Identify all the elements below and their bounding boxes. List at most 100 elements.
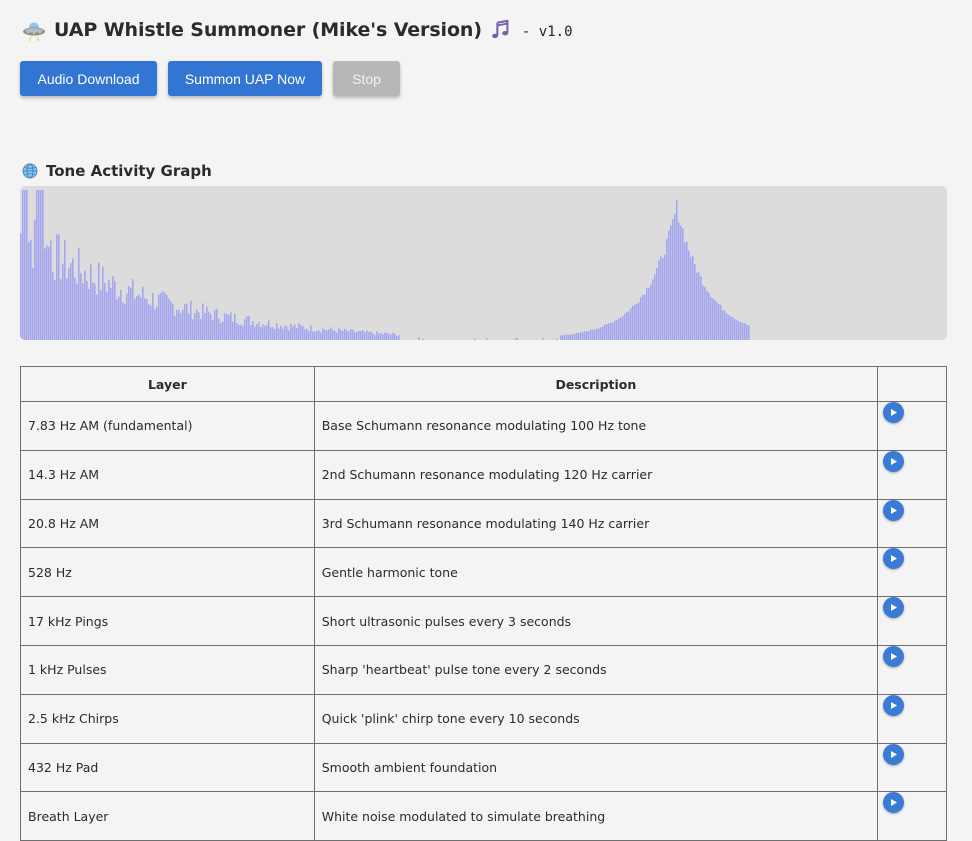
- spectrum-bar: [36, 190, 38, 340]
- spectrum-bar: [640, 297, 642, 340]
- spectrum-bar: [356, 332, 358, 340]
- spectrum-bar: [38, 190, 40, 340]
- spectrum-bar: [312, 331, 314, 340]
- table-row: Breath Layer White noise modulated to sim…: [20, 791, 947, 841]
- play-button[interactable]: [883, 548, 905, 570]
- spectrum-bar: [656, 268, 658, 340]
- spectrum-bar: [96, 294, 98, 340]
- spectrum-bar: [744, 323, 746, 340]
- spectrum-bar: [128, 285, 130, 340]
- spectrum-bar: [220, 323, 222, 340]
- spectrum-bar: [672, 219, 674, 340]
- spectrum-bar: [722, 310, 724, 340]
- spectrum-bar: [726, 313, 728, 340]
- spectrum-bar: [134, 298, 136, 340]
- play-button[interactable]: [883, 402, 905, 423]
- play-button[interactable]: [883, 792, 905, 814]
- play-button[interactable]: [883, 743, 905, 765]
- spectrum-bar: [624, 313, 626, 340]
- spectrum-bar: [642, 294, 644, 340]
- spectrum-bar: [720, 304, 722, 340]
- table-row: 528 Hz Gentle harmonic tone: [20, 547, 947, 598]
- spectrum-bar: [696, 272, 698, 340]
- spectrum-bar: [168, 298, 170, 340]
- spectrum-bar: [654, 274, 656, 340]
- spectrum-bar: [706, 290, 708, 340]
- stop-button[interactable]: Stop: [333, 61, 400, 96]
- spectrum-bar: [292, 326, 294, 340]
- spectrum-bar: [288, 330, 290, 340]
- spectrum-bar: [704, 286, 706, 340]
- spectrum-bar: [276, 323, 278, 340]
- spectrum-bar: [694, 264, 696, 340]
- spectrum-bar: [392, 332, 394, 340]
- spectrum-bar: [652, 279, 654, 340]
- play-button[interactable]: [883, 597, 905, 619]
- spectrum-bar: [92, 282, 94, 340]
- spectrum-bar: [612, 322, 614, 340]
- spectrum-bar: [244, 319, 246, 340]
- spectrum-bar: [48, 246, 50, 340]
- play-icon: [891, 799, 898, 807]
- spectrum-bar: [230, 312, 232, 340]
- spectrum-bar: [232, 321, 234, 340]
- spectrum-bar: [136, 295, 138, 340]
- play-button[interactable]: [883, 694, 905, 716]
- spectrum-bar: [586, 331, 588, 340]
- spectrum-bar: [114, 280, 116, 340]
- spectrum-bar: [130, 287, 132, 340]
- spectrum-bar: [718, 304, 720, 340]
- spectrum-bar: [50, 240, 52, 340]
- spectrum-bar: [688, 250, 690, 340]
- spectrum-bar: [384, 332, 386, 340]
- layer-description: Base Schumann resonance modulating 100 H…: [313, 401, 879, 451]
- spectrum-bar: [216, 308, 218, 340]
- spectrum-bar: [112, 276, 114, 340]
- spectrum-bar: [676, 199, 678, 340]
- graph-title: Tone Activity Graph: [46, 162, 212, 180]
- spectrum-bar: [562, 335, 564, 340]
- play-icon: [891, 652, 898, 660]
- layer-name: 7.83 Hz AM (fundamental): [20, 401, 315, 451]
- spectrum-bar: [560, 335, 562, 340]
- layer-action-cell: [877, 401, 947, 451]
- spectrum-bar: [272, 327, 274, 340]
- spectrum-bar: [474, 338, 476, 340]
- audio-download-button[interactable]: Audio Download: [20, 61, 157, 96]
- spectrum-bar: [732, 317, 734, 340]
- spectrum-bar: [94, 283, 96, 340]
- play-button[interactable]: [883, 645, 905, 667]
- spectrum-bar: [574, 333, 576, 340]
- spectrum-bar: [604, 324, 606, 340]
- play-icon: [891, 409, 898, 416]
- graph-heading: Tone Activity Graph: [22, 160, 212, 182]
- spectrum-bar: [674, 213, 676, 340]
- spectrum-bar: [298, 323, 300, 340]
- spectrum-bar: [118, 296, 120, 340]
- spectrum-bar: [266, 325, 268, 340]
- spectrum-bar: [382, 334, 384, 340]
- spectrum-bar: [344, 328, 346, 340]
- spectrum-bar: [740, 321, 742, 340]
- spectrum-bar: [56, 234, 58, 340]
- spectrum-bar: [236, 323, 238, 340]
- spectrum-bar: [268, 320, 270, 340]
- spectrum-bar: [178, 309, 180, 340]
- play-button[interactable]: [883, 499, 905, 521]
- play-button[interactable]: [883, 450, 905, 472]
- spectrum-bar: [26, 190, 28, 340]
- spectrum-bar: [260, 327, 262, 340]
- spectrum-bar: [32, 267, 34, 340]
- spectrum-bar: [634, 304, 636, 340]
- spectrum-bar: [626, 311, 628, 340]
- spectrum-bar: [622, 316, 624, 340]
- summon-uap-button[interactable]: Summon UAP Now: [168, 61, 322, 96]
- spectrum-bar: [362, 330, 364, 340]
- table-row: 14.3 Hz AM 2nd Schumann resonance modulat…: [20, 449, 947, 500]
- spectrum-bar: [246, 316, 248, 340]
- spectrum-bar: [710, 296, 712, 340]
- spectrum-bar: [110, 287, 112, 340]
- spectrum-bar: [376, 331, 378, 340]
- spectrum-bar: [162, 291, 164, 340]
- spectrum-bar: [600, 327, 602, 340]
